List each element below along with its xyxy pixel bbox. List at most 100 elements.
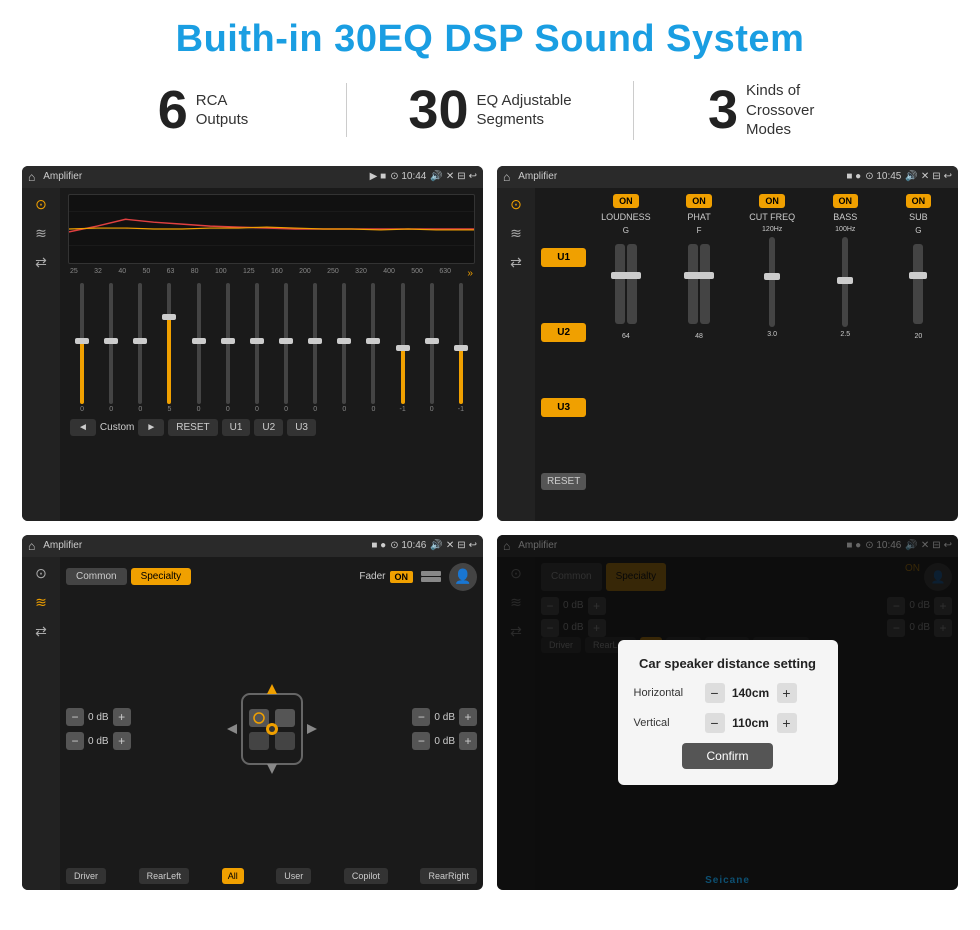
- db-minus-3[interactable]: −: [412, 708, 430, 726]
- eq-bottom-controls: ◄ Custom ► RESET U1 U2 U3: [68, 417, 475, 438]
- slider-7[interactable]: 0: [245, 283, 269, 413]
- slider-10[interactable]: 0: [332, 283, 356, 413]
- stat-crossover-label: Kinds ofCrossover Modes: [746, 81, 846, 140]
- slider-4[interactable]: 5: [157, 283, 181, 413]
- db-plus-3[interactable]: +: [459, 708, 477, 726]
- slider-11[interactable]: 0: [361, 283, 385, 413]
- amp-sidebar-icon-1[interactable]: ⊙: [510, 196, 522, 213]
- db-control-1: − 0 dB +: [66, 708, 131, 726]
- stat-rca-label: RCAOutputs: [196, 91, 249, 130]
- db-minus-4[interactable]: −: [412, 732, 430, 750]
- amp-home-icon[interactable]: ⌂: [503, 170, 510, 184]
- screens-grid: ⌂ Amplifier ▶ ■ ⊙ 10:44 🔊✕⊟↩ ⊙ ≋ ⇄: [0, 158, 980, 898]
- stat-eq-label: EQ AdjustableSegments: [477, 91, 572, 130]
- fader-rec-icon: ■ ●: [371, 540, 386, 551]
- stat-eq-number: 30: [408, 83, 468, 137]
- slider-12[interactable]: -1: [391, 283, 415, 413]
- vertical-minus-btn[interactable]: −: [705, 713, 725, 733]
- home-icon[interactable]: ⌂: [28, 170, 35, 184]
- slider-5[interactable]: 0: [187, 283, 211, 413]
- eq-sidebar-icon-1[interactable]: ⊙: [35, 196, 47, 213]
- loudness-slider[interactable]: [615, 244, 625, 324]
- bass-on-btn[interactable]: ON: [833, 194, 859, 208]
- u1-btn[interactable]: U1: [222, 419, 251, 436]
- next-preset-btn[interactable]: ►: [138, 419, 164, 436]
- freq-200: 200: [299, 268, 311, 279]
- db-value-3: 0 dB: [434, 712, 455, 723]
- phat-slider2[interactable]: [700, 244, 710, 324]
- rear-left-zone-btn[interactable]: RearLeft: [139, 868, 190, 884]
- db-minus-2[interactable]: −: [66, 732, 84, 750]
- dialog-title: Car speaker distance setting: [634, 656, 822, 671]
- driver-zone-btn[interactable]: Driver: [66, 868, 106, 884]
- rear-right-zone-btn[interactable]: RearRight: [420, 868, 477, 884]
- u3-btn[interactable]: U3: [287, 419, 316, 436]
- horizontal-plus-btn[interactable]: +: [777, 683, 797, 703]
- cutfreq-slider[interactable]: [769, 237, 775, 327]
- preset-label: Custom: [100, 422, 134, 433]
- copilot-zone-btn[interactable]: Copilot: [344, 868, 388, 884]
- slider-13[interactable]: 0: [420, 283, 444, 413]
- u1-amp-btn[interactable]: U1: [541, 248, 586, 267]
- u2-amp-btn[interactable]: U2: [541, 323, 586, 342]
- fader-tab-row: Common Specialty Fader ON 👤: [66, 563, 477, 591]
- bass-slider[interactable]: [842, 237, 848, 327]
- eq-graph: [68, 194, 475, 264]
- all-zone-btn[interactable]: All: [222, 868, 244, 884]
- slider-8[interactable]: 0: [274, 283, 298, 413]
- fader-on-btn[interactable]: ON: [390, 571, 414, 583]
- sub-on-btn[interactable]: ON: [906, 194, 932, 208]
- horizontal-label: Horizontal: [634, 687, 699, 699]
- amp-main: U1 U2 U3 RESET ON LOUDNESS G: [535, 188, 958, 521]
- specialty-tab[interactable]: Specialty: [131, 568, 192, 585]
- slider-2[interactable]: 0: [99, 283, 123, 413]
- db-plus-1[interactable]: +: [113, 708, 131, 726]
- sub-slider[interactable]: [913, 244, 923, 324]
- freq-50: 50: [142, 268, 150, 279]
- slider-6[interactable]: 0: [216, 283, 240, 413]
- fader-home-icon[interactable]: ⌂: [28, 539, 35, 553]
- cutfreq-on-btn[interactable]: ON: [759, 194, 785, 208]
- fader-sidebar-icon-2[interactable]: ≋: [35, 594, 47, 611]
- db-control-3: − 0 dB +: [412, 708, 477, 726]
- db-plus-2[interactable]: +: [113, 732, 131, 750]
- amp-sidebar-icon-3[interactable]: ⇄: [510, 254, 522, 271]
- u2-btn[interactable]: U2: [254, 419, 283, 436]
- freq-80: 80: [191, 268, 199, 279]
- db-plus-4[interactable]: +: [459, 732, 477, 750]
- eq-sidebar-icon-3[interactable]: ⇄: [35, 254, 47, 271]
- phat-on-btn[interactable]: ON: [686, 194, 712, 208]
- amp-sidebar-icon-2[interactable]: ≋: [510, 225, 522, 242]
- fader-screen: ⌂ Amplifier ■ ● ⊙ 10:46 🔊✕⊟↩ ⊙ ≋ ⇄ Commo…: [22, 535, 483, 890]
- stat-crossover-number: 3: [708, 83, 738, 137]
- freq-63: 63: [167, 268, 175, 279]
- loudness-slider2[interactable]: [627, 244, 637, 324]
- slider-9[interactable]: 0: [303, 283, 327, 413]
- phat-slider[interactable]: [688, 244, 698, 324]
- u3-amp-btn[interactable]: U3: [541, 398, 586, 417]
- horizontal-minus-btn[interactable]: −: [705, 683, 725, 703]
- common-tab[interactable]: Common: [66, 568, 127, 585]
- eq-sidebar-icon-2[interactable]: ≋: [35, 225, 47, 242]
- vertical-plus-btn[interactable]: +: [777, 713, 797, 733]
- loudness-on-btn[interactable]: ON: [613, 194, 639, 208]
- stat-rca: 6 RCAOutputs: [60, 83, 346, 137]
- fader-sidebar-icon-3[interactable]: ⇄: [35, 623, 47, 640]
- amp-reset-btn[interactable]: RESET: [541, 473, 586, 490]
- slider-14[interactable]: -1: [449, 283, 473, 413]
- slider-3[interactable]: 0: [128, 283, 152, 413]
- expand-icon[interactable]: »: [467, 268, 473, 279]
- page-title: Buith-in 30EQ DSP Sound System: [0, 0, 980, 71]
- vertical-value: 110cm: [731, 716, 771, 730]
- cutfreq-col: ON CUT FREQ 120Hz 3.0: [739, 194, 806, 515]
- freq-40: 40: [118, 268, 126, 279]
- confirm-button[interactable]: Confirm: [682, 743, 772, 769]
- db-minus-1[interactable]: −: [66, 708, 84, 726]
- fader-sidebar-icon-1[interactable]: ⊙: [35, 565, 47, 582]
- user-zone-btn[interactable]: User: [276, 868, 311, 884]
- reset-btn[interactable]: RESET: [168, 419, 217, 436]
- prev-preset-btn[interactable]: ◄: [70, 419, 96, 436]
- db-value-1: 0 dB: [88, 712, 109, 723]
- eq-status-icons: 🔊✕⊟↩: [430, 171, 477, 182]
- slider-1[interactable]: 0: [70, 283, 94, 413]
